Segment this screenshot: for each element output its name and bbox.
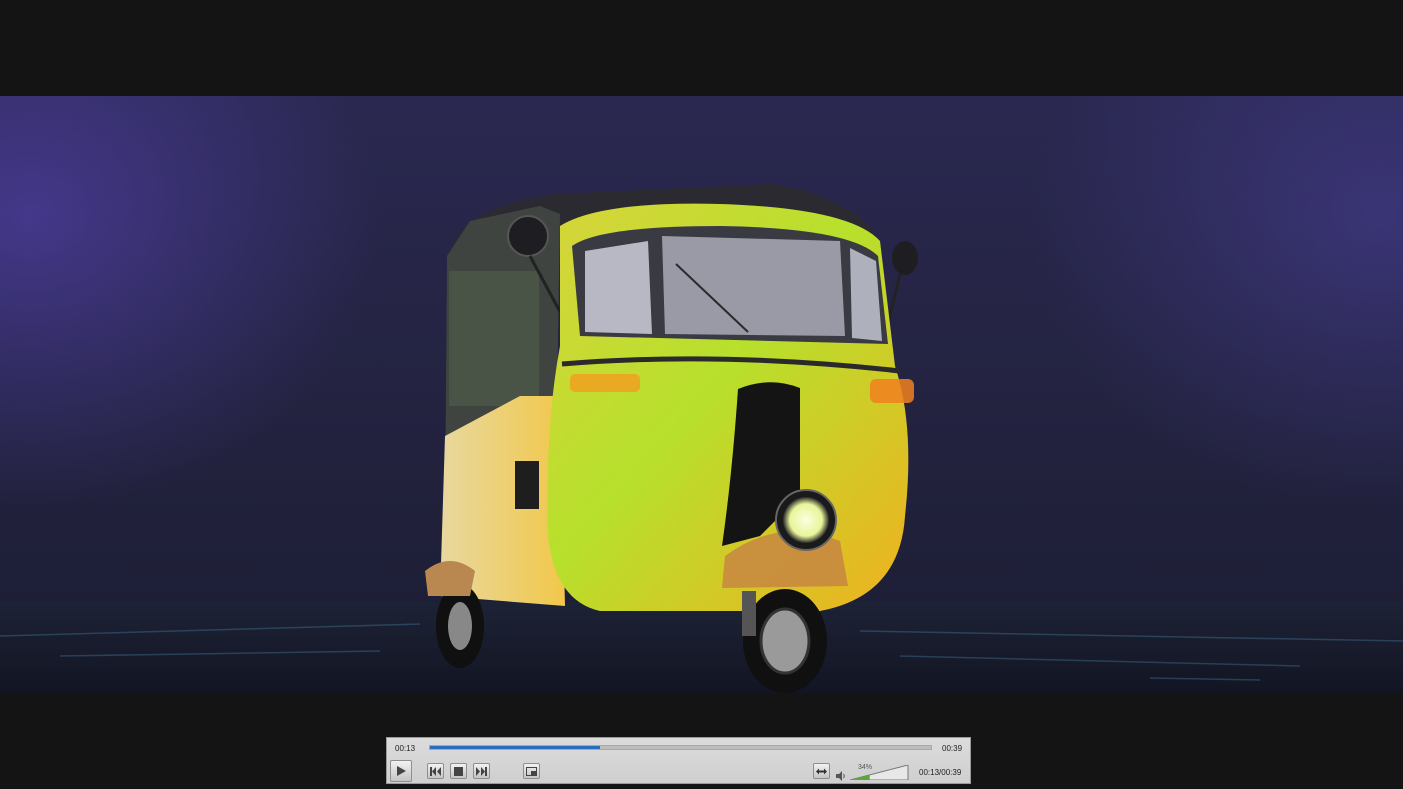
total-duration: 00:39 [942, 744, 963, 753]
fit-width-icon [816, 768, 827, 774]
time-readout: 00:13/00:39 [919, 768, 962, 777]
picture-in-picture-icon [526, 766, 537, 776]
previous-button[interactable] [427, 763, 444, 779]
stop-button[interactable] [450, 763, 467, 779]
picture-in-picture-button[interactable] [523, 763, 540, 779]
fit-width-button[interactable] [813, 763, 830, 779]
elapsed-time: 00:13 [395, 744, 416, 753]
volume-slider[interactable]: 34% [849, 764, 910, 781]
speaker-icon[interactable] [836, 768, 846, 786]
video-scene [0, 184, 1403, 693]
seek-bar-progress [430, 746, 601, 749]
skip-back-icon [430, 766, 441, 776]
skip-forward-icon [476, 766, 487, 776]
next-button[interactable] [473, 763, 490, 779]
play-button[interactable] [390, 760, 412, 782]
volume-label: 34% [858, 764, 873, 771]
seek-bar[interactable] [429, 745, 932, 750]
player-controls: 00:13 00:39 34% 00:13/00:39 [386, 737, 971, 784]
video-frame[interactable] [0, 96, 1403, 693]
play-icon [397, 766, 406, 776]
stop-icon [454, 766, 463, 776]
